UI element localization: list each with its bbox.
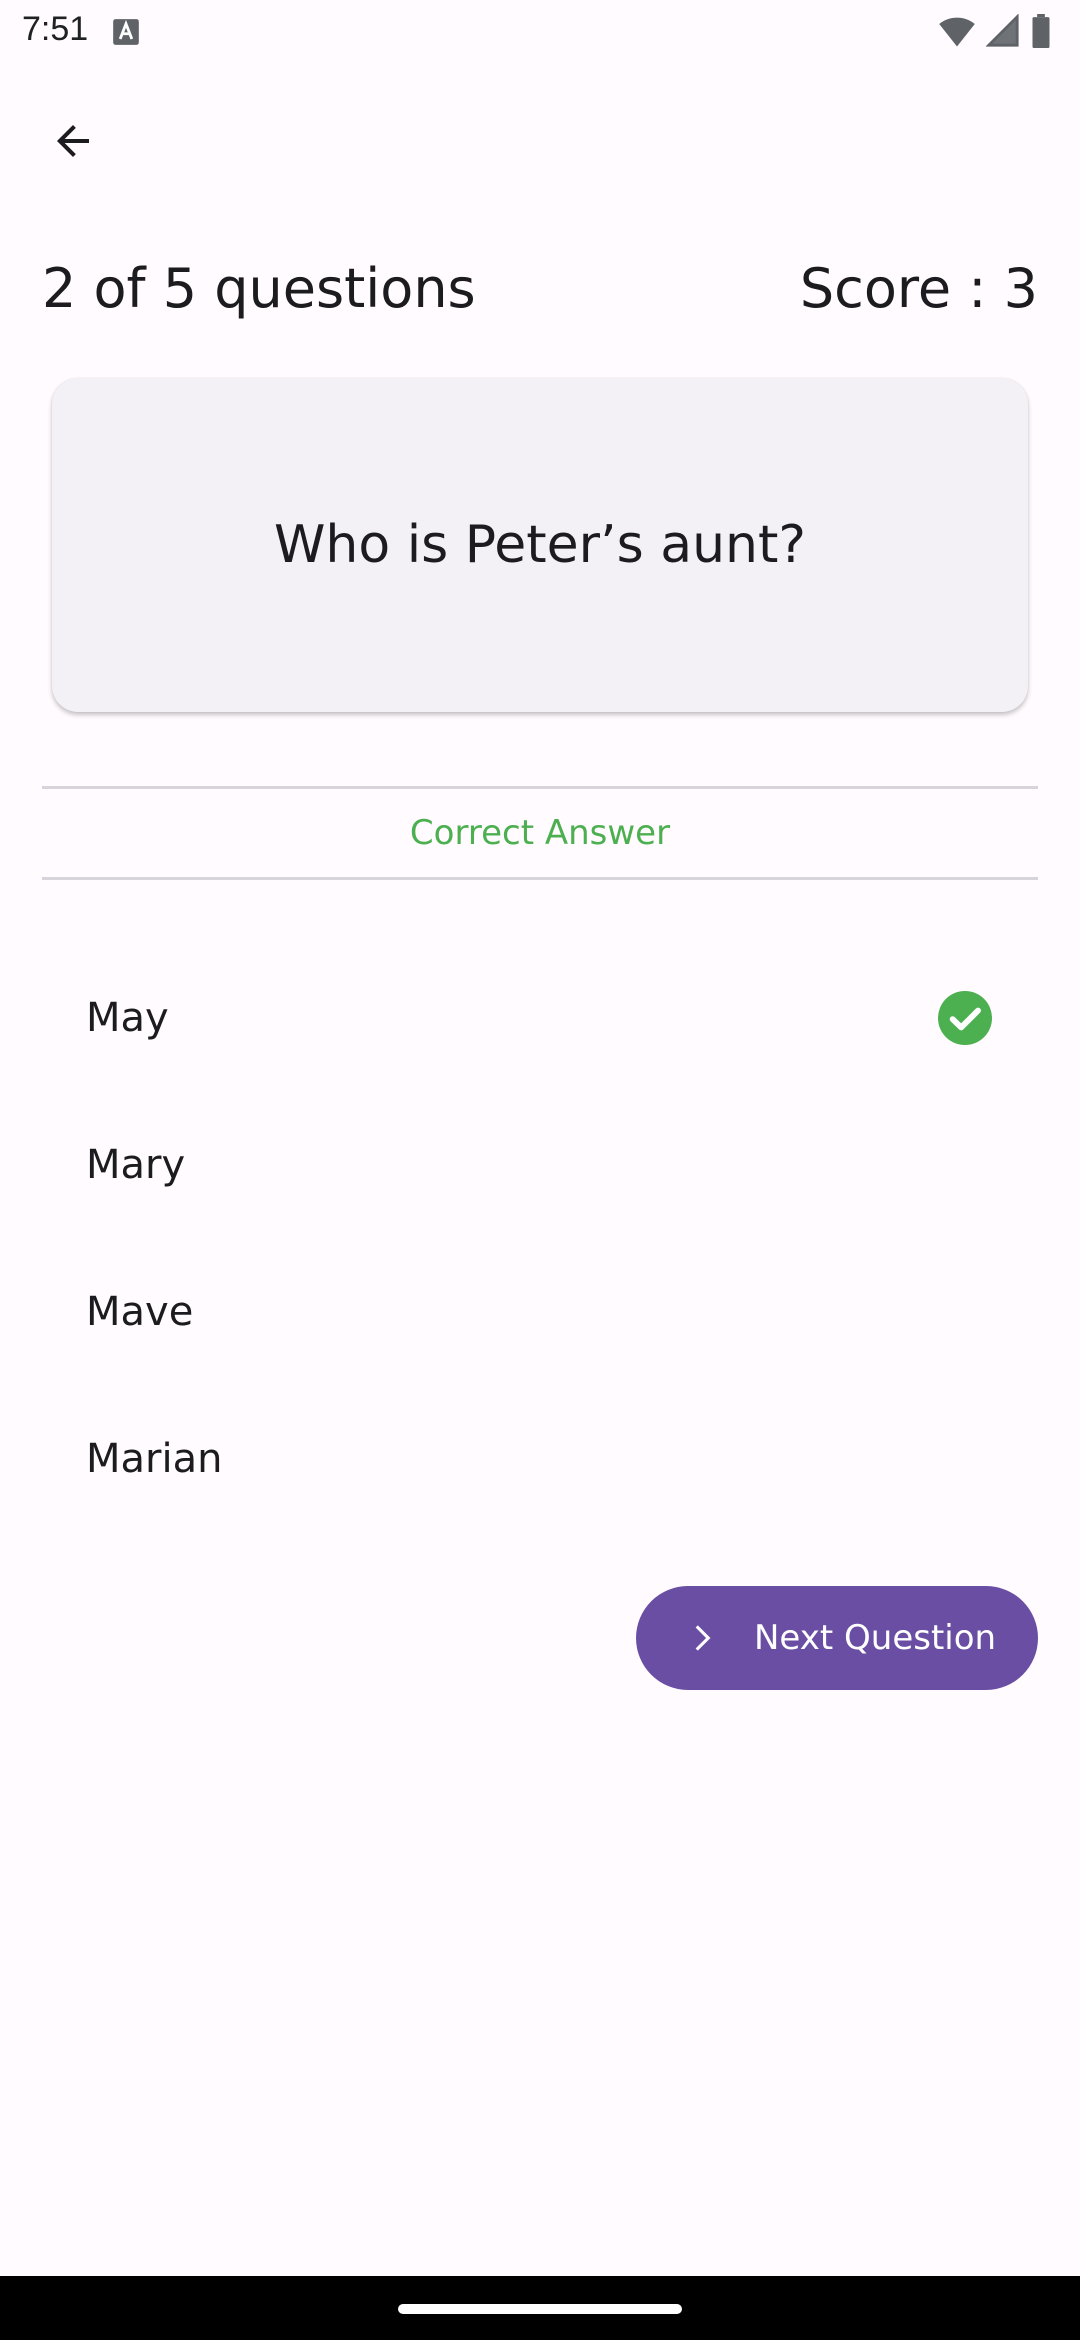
answer-option-may[interactable]: May (42, 944, 1038, 1091)
wifi-icon (939, 17, 975, 47)
next-question-label: Next Question (754, 1618, 997, 1658)
status-bar: 7:51 (0, 0, 1080, 66)
answer-option-mary[interactable]: Mary (42, 1091, 1038, 1238)
system-navigation-bar (0, 2276, 1080, 2340)
progress-row: 2 of 5 questions Score : 3 (42, 248, 1038, 328)
answer-label: May (86, 994, 169, 1041)
app-bar (0, 66, 1080, 206)
font-app-icon (113, 19, 139, 45)
answer-feedback: Correct Answer (42, 786, 1038, 880)
next-question-button[interactable]: Next Question (636, 1586, 1038, 1690)
answer-label: Marian (86, 1435, 223, 1482)
answer-list: May Mary Mave Marian (42, 944, 1038, 1532)
battery-icon (1032, 14, 1050, 48)
chevron-right-icon (695, 1625, 711, 1651)
status-icons (938, 14, 1052, 48)
question-text: Who is Peter’s aunt? (274, 515, 806, 575)
score-label: Score : 3 (799, 256, 1038, 320)
check-circle-icon (938, 990, 992, 1045)
back-button[interactable] (36, 104, 110, 178)
arrow-back-icon (57, 125, 89, 157)
answer-option-marian[interactable]: Marian (42, 1385, 1038, 1532)
feedback-text: Correct Answer (409, 813, 671, 853)
question-progress: 2 of 5 questions (42, 256, 476, 320)
answer-label: Mary (86, 1141, 186, 1188)
cell-signal-icon (986, 14, 1019, 47)
answer-option-mave[interactable]: Mave (42, 1238, 1038, 1385)
question-card: Who is Peter’s aunt? (52, 378, 1028, 712)
answer-label: Mave (86, 1288, 194, 1335)
status-time: 7:51 (22, 10, 89, 48)
home-gesture-handle[interactable] (398, 2304, 682, 2314)
